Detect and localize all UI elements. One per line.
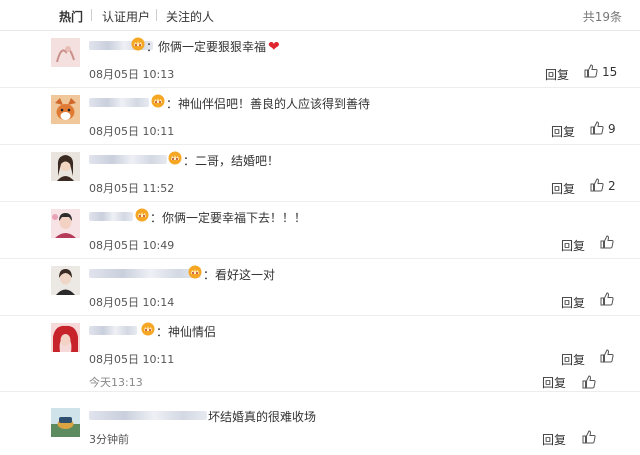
comment-text: ：你俩一定要幸福下去！！！ xyxy=(150,211,307,225)
reply-button[interactable]: 回复 xyxy=(542,431,566,448)
comment-item-partial: 今天13:13 回复 xyxy=(0,372,640,392)
tab-hot[interactable]: 热门 xyxy=(59,8,83,25)
reply-button[interactable]: 回复 xyxy=(561,294,585,311)
avatar[interactable] xyxy=(51,323,80,352)
comment-filter-bar: 热门 认证用户 关注的人 共19条 xyxy=(0,0,640,31)
thumbs-up-icon xyxy=(590,178,604,192)
username-blurred[interactable] xyxy=(89,98,149,107)
username-blurred[interactable] xyxy=(89,326,137,335)
comment-text: ：你俩一定要狠狠幸福 ❤ xyxy=(146,39,280,55)
comment-item: ：你俩一定要幸福下去！！！ 08月05日 10:49 回复 xyxy=(0,201,640,259)
thumbs-up-icon xyxy=(600,349,614,363)
like-count: 2 xyxy=(608,179,616,193)
avatar[interactable] xyxy=(51,266,80,295)
comment-time: 08月05日 11:52 xyxy=(89,182,175,195)
reply-button[interactable]: 回复 xyxy=(561,351,585,368)
comment-text: 坏结婚真的很难收场 xyxy=(208,410,317,424)
tab-divider xyxy=(156,9,157,21)
thumbs-up-icon xyxy=(584,64,598,78)
vip-crown-icon xyxy=(151,94,165,108)
comment-text: ：看好这一对 xyxy=(203,268,276,282)
reply-button[interactable]: 回复 xyxy=(561,237,585,254)
comment-time: 08月05日 10:11 xyxy=(89,353,175,366)
vip-crown-icon xyxy=(141,322,155,336)
comment-text: ：神仙情侣 xyxy=(156,325,217,339)
comment-item: 坏结婚真的很难收场 3分钟前 回复 xyxy=(0,398,640,455)
vip-crown-icon xyxy=(131,37,145,51)
comment-item: ：神仙情侣 08月05日 10:11 回复 xyxy=(0,315,640,372)
username-blurred[interactable] xyxy=(89,155,167,164)
avatar[interactable] xyxy=(51,95,80,124)
comment-time: 3分钟前 xyxy=(89,433,129,446)
username-blurred[interactable] xyxy=(89,269,201,278)
comment-item: ：二哥，结婚吧！ 08月05日 11:52 回复 2 xyxy=(0,144,640,202)
comment-item: ：你俩一定要狠狠幸福 ❤ 08月05日 10:13 回复 15 xyxy=(0,30,640,88)
vip-crown-icon xyxy=(168,151,182,165)
avatar[interactable] xyxy=(51,209,80,238)
thumbs-up-icon xyxy=(600,235,614,249)
tab-followed[interactable]: 关注的人 xyxy=(166,8,214,25)
comment-time: 08月05日 10:11 xyxy=(89,125,175,138)
reply-button[interactable]: 回复 xyxy=(545,66,569,83)
username-blurred[interactable] xyxy=(89,411,207,420)
comment-time: 08月05日 10:14 xyxy=(89,296,175,309)
comment-item: ：神仙伴侣吧！善良的人应该得到善待 08月05日 10:11 回复 9 xyxy=(0,87,640,145)
vip-crown-icon xyxy=(135,208,149,222)
comment-time: 08月05日 10:49 xyxy=(89,239,175,252)
username-blurred[interactable] xyxy=(89,212,133,221)
thumbs-up-icon xyxy=(600,292,614,306)
reply-button[interactable]: 回复 xyxy=(551,180,575,197)
reply-button[interactable]: 回复 xyxy=(551,123,575,140)
thumbs-up-icon xyxy=(582,375,596,389)
avatar[interactable] xyxy=(51,408,80,437)
reply-button[interactable]: 回复 xyxy=(542,374,566,391)
vip-crown-icon xyxy=(188,265,202,279)
avatar[interactable] xyxy=(51,152,80,181)
tab-divider xyxy=(91,9,92,21)
comment-item: ：看好这一对 08月05日 10:14 回复 xyxy=(0,258,640,316)
comment-text: ：神仙伴侣吧！善良的人应该得到善待 xyxy=(166,97,371,111)
like-count: 9 xyxy=(608,122,616,136)
comment-time: 今天13:13 xyxy=(89,376,143,389)
tab-verified-users[interactable]: 认证用户 xyxy=(102,8,150,25)
comment-time: 08月05日 10:13 xyxy=(89,68,175,81)
comment-text: ：二哥，结婚吧！ xyxy=(183,154,280,168)
like-count: 15 xyxy=(602,65,618,79)
avatar[interactable] xyxy=(51,38,80,67)
heart-icon: ❤ xyxy=(268,39,280,55)
thumbs-up-icon xyxy=(590,121,604,135)
comment-count: 共19条 xyxy=(582,10,622,24)
thumbs-up-icon xyxy=(582,430,596,444)
